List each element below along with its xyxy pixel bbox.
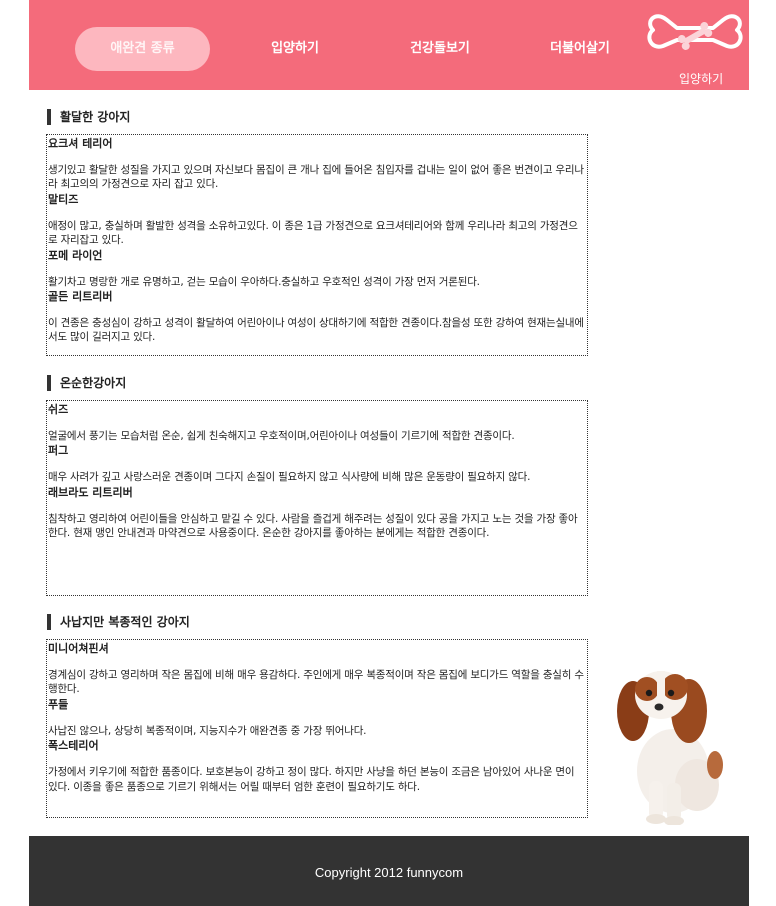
breed-list-gentle: 쉬즈 얼굴에서 풍기는 모습처럼 온순, 쉽게 친숙해지고 우호적이며,어린아이… — [46, 400, 588, 596]
breed-list-fierce-obedient: 미니어쳐핀셔 경계심이 강하고 영리하며 작은 몸집에 비해 매우 용감하다. … — [46, 639, 588, 818]
breed-description: 침착하고 영리하여 어린이들을 안심하고 맡길 수 있다. 사람을 즐겁게 해주… — [48, 512, 578, 540]
breed-description: 이 견종은 충성심이 강하고 성격이 활달하여 어린아이나 여성이 상대하기에 … — [48, 317, 584, 344]
logo-text[interactable]: 입양하기 — [679, 70, 723, 87]
section-title-gentle: 온순한강아지 — [47, 375, 126, 391]
breed-description: 활기차고 명랑한 개로 유명하고, 걷는 모습이 우아하다.충실하고 우호적인 … — [48, 275, 480, 288]
breed-description: 가정에서 키우기에 적합한 품종이다. 보호본능이 강하고 정이 많다. 하지만… — [48, 766, 575, 793]
section-title-fierce-obedient: 사납지만 복종적인 강아지 — [47, 614, 190, 630]
breed-description: 생기있고 활달한 성질을 가지고 있으며 자신보다 몸집이 큰 개나 집에 들어… — [48, 164, 584, 191]
nav-item-dog-breeds[interactable]: 애완견 종류 — [75, 27, 210, 71]
breed-list-energetic: 요크셔 테리어 생기있고 활달한 성질을 가지고 있으며 자신보다 몸집이 큰 … — [46, 134, 588, 356]
section-title-energetic: 활달한 강아지 — [47, 109, 130, 125]
breed-description: 사납진 않으나, 상당히 복종적이며, 지능지수가 애완견종 중 가장 뛰어나다… — [48, 724, 367, 737]
nav-item-living-together[interactable]: 더불어살기 — [515, 27, 645, 71]
breed-description: 얼굴에서 풍기는 모습처럼 온순, 쉽게 친숙해지고 우호적이며,어린아이나 여… — [48, 430, 515, 442]
nav-item-health-care[interactable]: 건강돌보기 — [375, 27, 505, 71]
breed-name: 포메 라이언 — [48, 248, 103, 262]
site-header: 애완견 종류 입양하기 건강돌보기 더불어살기 입양하기 — [29, 0, 749, 90]
breed-description: 매우 사려가 깊고 사랑스러운 견종이며 그다지 손질이 필요하지 않고 식사량… — [48, 471, 531, 484]
breed-name: 푸들 — [48, 697, 69, 711]
breed-name: 퍼그 — [48, 444, 69, 458]
breed-name: 요크셔 테리어 — [48, 137, 113, 150]
breed-description: 애정이 많고, 충실하며 활발한 성격을 소유하고있다. 이 종은 1급 가정견… — [48, 219, 578, 247]
breed-name: 골든 리트리버 — [48, 290, 113, 304]
site-footer: Copyright 2012 funnycom — [29, 836, 749, 906]
breed-name: 쉬즈 — [48, 403, 69, 416]
nav-item-adopt[interactable]: 입양하기 — [235, 27, 355, 71]
cavalier-dog-image — [617, 671, 723, 825]
breed-name: 말티즈 — [48, 192, 79, 206]
page-wrapper: 애완견 종류 입양하기 건강돌보기 더불어살기 입양하기 활달한 강아지 요크셔… — [29, 0, 749, 906]
breed-name: 래브라도 리트리버 — [48, 485, 133, 499]
breed-description: 경계심이 강하고 영리하며 작은 몸집에 비해 매우 용감하다. 주인에게 매우… — [48, 669, 584, 696]
copyright-text: Copyright 2012 funnycom — [314, 865, 464, 880]
breed-name: 미니어쳐핀셔 — [48, 642, 109, 655]
breed-name: 폭스테리어 — [48, 739, 99, 753]
